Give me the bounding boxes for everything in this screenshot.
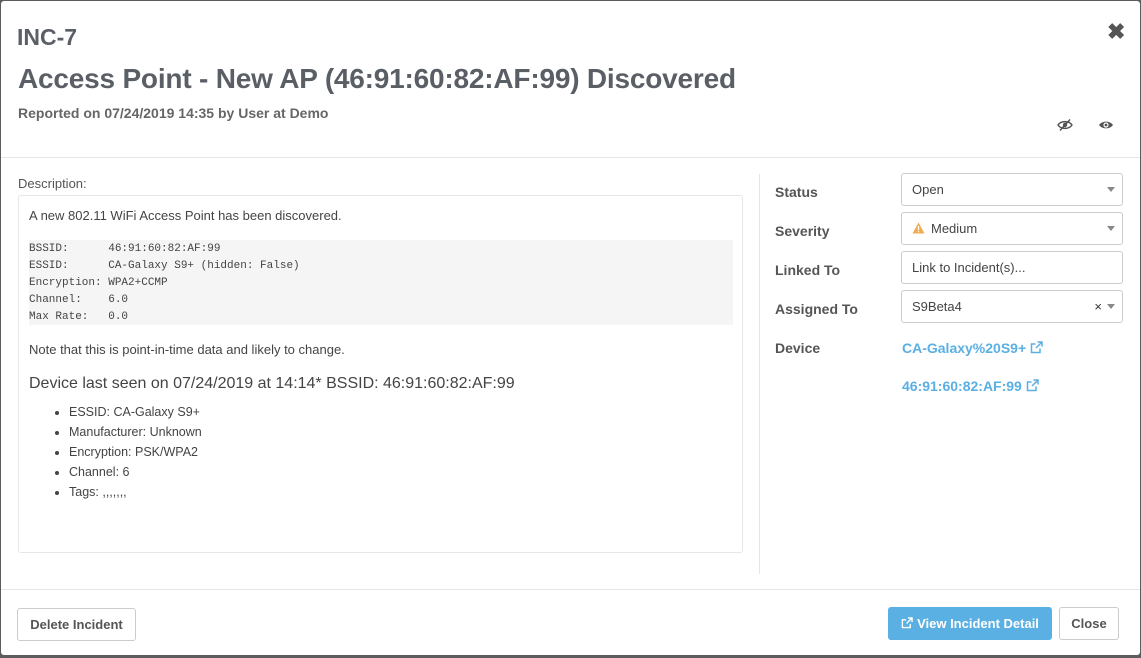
severity-select[interactable]: Medium [901,212,1123,245]
description-box[interactable]: A new 802.11 WiFi Access Point has been … [18,195,743,553]
list-item: Channel: 6 [69,462,732,482]
delete-incident-button[interactable]: Delete Incident [17,608,136,641]
device-details-list: ESSID: CA-Galaxy S9+ Manufacturer: Unkno… [29,402,732,502]
description-code-block: BSSID: 46:91:60:82:AF:99 ESSID: CA-Galax… [29,240,733,325]
chevron-down-icon [1107,226,1115,231]
view-incident-detail-button[interactable]: View Incident Detail [888,607,1052,640]
chevron-down-icon [1107,187,1115,192]
incident-id: INC-7 [17,24,78,50]
device-link-label: 46:91:60:82:AF:99 [902,378,1022,394]
eye-slash-icon[interactable] [1057,118,1073,132]
view-incident-detail-label: View Incident Detail [917,616,1039,631]
assigned-to-select[interactable]: S9Beta4 × [901,290,1123,323]
assigned-value: S9Beta4 [912,299,962,314]
description-intro: A new 802.11 WiFi Access Point has been … [29,208,342,223]
eye-icon[interactable] [1098,118,1114,132]
status-label: Status [775,184,818,200]
close-button[interactable]: Close [1059,607,1119,640]
list-item: ESSID: CA-Galaxy S9+ [69,402,732,422]
code-line: BSSID: 46:91:60:82:AF:99 [29,243,221,255]
code-line: Max Rate: 0.0 [29,311,129,323]
reported-info: Reported on 07/24/2019 14:35 by User at … [18,105,329,121]
status-value: Open [912,182,944,197]
external-link-icon [1026,379,1039,392]
external-link-icon [901,616,913,628]
device-link-bssid[interactable]: 46:91:60:82:AF:99 [902,378,1039,394]
code-line: Channel: 6.0 [29,294,129,306]
warning-icon [912,222,925,234]
list-item: Manufacturer: Unknown [69,422,732,442]
clear-icon[interactable]: × [1094,291,1102,322]
code-line: ESSID: CA-Galaxy S9+ (hidden: False) [29,260,300,272]
close-icon[interactable]: ✖ [1107,21,1125,43]
modal-footer: Delete Incident View Incident Detail Clo… [1,589,1140,656]
device-link-label: CA-Galaxy%20S9+ [902,340,1027,356]
device-link-essid[interactable]: CA-Galaxy%20S9+ [902,340,1043,356]
list-item: Tags: ,,,,,,, [69,482,732,502]
incident-modal: INC-7 Access Point - New AP (46:91:60:82… [1,1,1140,655]
link-incidents-input[interactable]: Link to Incident(s)... [901,251,1123,284]
list-item: Encryption: PSK/WPA2 [69,442,732,462]
column-divider [759,174,760,574]
external-link-icon [1030,341,1043,354]
description-label: Description: [18,176,87,191]
severity-label: Severity [775,223,830,239]
linked-to-label: Linked To [775,262,841,278]
link-incidents-placeholder: Link to Incident(s)... [912,260,1026,275]
assigned-to-label: Assigned To [775,301,858,317]
chevron-down-icon [1107,304,1115,309]
severity-value: Medium [931,221,978,236]
description-note: Note that this is point-in-time data and… [29,342,345,357]
status-select[interactable]: Open [901,173,1123,206]
incident-title: Access Point - New AP (46:91:60:82:AF:99… [18,63,736,94]
code-line: Encryption: WPA2+CCMP [29,277,168,289]
device-label: Device [775,340,821,356]
modal-header: INC-7 Access Point - New AP (46:91:60:82… [1,1,1140,158]
last-seen-heading: Device last seen on 07/24/2019 at 14:14*… [29,375,515,392]
